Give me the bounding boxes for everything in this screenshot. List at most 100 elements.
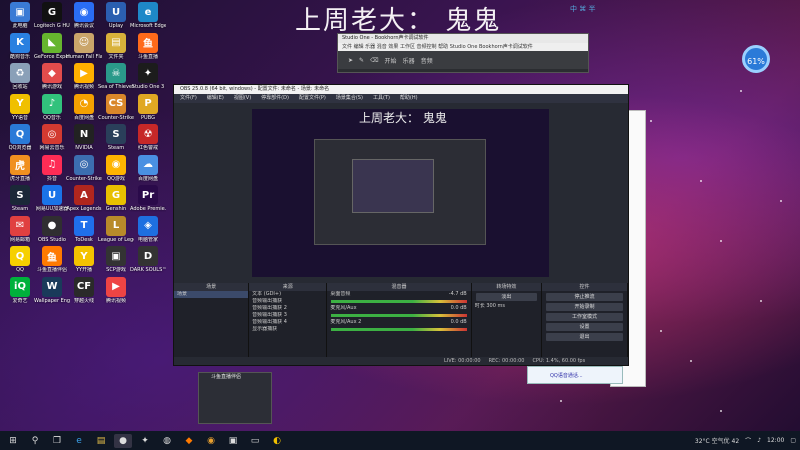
desktop-icon[interactable]: DDARK SOULS™ III [130, 246, 166, 273]
studio-one-menubar[interactable]: 文件 编辑 乐器 混音 效果 工作区 音频控制 帮助 Studio One Bo… [338, 43, 588, 51]
desktop-icon[interactable]: 鱼斗鱼直播 [130, 32, 166, 60]
windows-start-icon[interactable]: ⊞ [4, 434, 22, 448]
desktop-icon[interactable]: ◈ 电脑管家 [130, 215, 166, 243]
obs-titlebar[interactable]: OBS 25.0.8 (64 bit, windows) - 配置文件: 未命名… [174, 85, 628, 94]
eraser-tool-icon[interactable]: ⌫ [370, 57, 378, 64]
desktop-icon[interactable]: ♻ 回收站 [2, 63, 38, 90]
mode-button[interactable]: 乐器 [403, 56, 415, 65]
menu-file[interactable]: 文件(F) [180, 94, 197, 103]
desktop-icon[interactable]: K 酷狗音乐 [2, 32, 38, 60]
steam-icon[interactable]: ◍ [158, 434, 176, 448]
source-item[interactable]: 音频输出捕获 [249, 298, 326, 305]
network-icon[interactable]: ⌒ [745, 436, 751, 445]
menu-tools[interactable]: 工具(T) [373, 94, 390, 103]
desktop-icon[interactable]: Q QQ浏览器 [2, 124, 38, 151]
obs-icon[interactable]: ● [114, 433, 132, 448]
desktop-icon[interactable]: ◣GeForce Experience [34, 32, 70, 60]
desktop-icon[interactable]: 虎虎牙直播 [2, 154, 38, 182]
menu-edit[interactable]: 编辑(E) [207, 94, 224, 103]
desktop-icon[interactable]: Q QQ [2, 246, 38, 273]
source-item[interactable]: 音频输出捕获 2 [249, 305, 326, 312]
desktop-icon[interactable]: ✉ 网易邮箱 [2, 215, 38, 243]
studio-one-window[interactable]: Studio One - Bookhorn声卡调试软件 文件 编辑 乐器 混音 … [337, 33, 589, 73]
desktop-icon[interactable]: ▣ SCP游戏 [98, 246, 134, 273]
desktop-icon[interactable]: ♪ QQ音乐 [34, 93, 70, 121]
desktop-icon[interactable]: N NVIDIA [66, 124, 102, 151]
obs-window[interactable]: OBS 25.0.8 (64 bit, windows) - 配置文件: 未命名… [173, 84, 629, 366]
desktop-icon[interactable]: e Microsoft Edge [130, 2, 166, 29]
desktop-icon[interactable]: ✦ Studio One 3 [130, 63, 166, 90]
desktop-icon[interactable]: ▶ 腾讯视频 [66, 63, 102, 90]
terminal-icon[interactable]: ▭ [246, 434, 264, 448]
media-icon[interactable]: ▣ [224, 434, 242, 448]
settings-button[interactable]: 设置 [545, 323, 623, 331]
desktop-icon[interactable]: U 网易UU加速器 [34, 185, 70, 212]
desktop-icon[interactable]: P PUBG [130, 93, 166, 121]
stop-streaming-button[interactable]: 停止推流 [545, 293, 623, 301]
volume-icon[interactable]: ♪ [757, 437, 761, 444]
chrome-icon[interactable]: ◉ [202, 434, 220, 448]
performance-badge[interactable]: 61% [742, 45, 770, 73]
desktop-icon[interactable]: CF 穿越火线 [66, 276, 102, 304]
studio-one-icon[interactable]: ✦ [136, 434, 154, 448]
desktop-icon[interactable]: S Steam [98, 124, 134, 151]
search-icon[interactable]: ⚲ [26, 434, 44, 448]
obs-preview-canvas[interactable]: 上周老大： 鬼鬼 [252, 109, 549, 277]
desktop-icon[interactable]: ◔ 百度网盘 [66, 93, 102, 121]
desktop-icon[interactable]: ◆ 腾讯游戏 [34, 63, 70, 90]
desktop-icon[interactable]: LLeague of Legends [98, 215, 134, 243]
qq-icon[interactable]: ◐ [268, 434, 286, 448]
desktop-icon[interactable]: ▤ 文件夹 [98, 32, 134, 60]
source-item[interactable]: 文本 (GDI+) [249, 291, 326, 298]
source-item[interactable]: 音频输出捕获 4 [249, 319, 326, 326]
pencil-tool-icon[interactable]: ✎ [359, 57, 364, 64]
desktop-icon[interactable]: iQ 爱奇艺 [2, 276, 38, 304]
desktop-icon[interactable]: CS Counter-Strike [98, 93, 134, 121]
desktop-icon[interactable]: Pr Adobe Premie... [130, 185, 166, 212]
douyu-icon[interactable]: ◆ [180, 434, 198, 448]
source-item[interactable]: 音频输出捕获 3 [249, 312, 326, 319]
explorer-icon[interactable]: ▤ [92, 434, 110, 448]
desktop-icon[interactable]: A Apex Legends [66, 185, 102, 212]
desktop-icon[interactable]: ♫ 抖音 [34, 154, 70, 182]
play-button[interactable]: 开始 [385, 56, 397, 65]
menu-view[interactable]: 视图(V) [234, 94, 251, 103]
ime-indicator[interactable]: 中 ⌘ 半 [570, 4, 614, 16]
desktop-icon[interactable]: ☁ 百度网盘 [130, 154, 166, 182]
desktop-icon[interactable]: ◎ 网易云音乐 [34, 124, 70, 151]
desktop-icon[interactable]: ☺ Human Fall Flat [66, 32, 102, 60]
task-view-icon[interactable]: ❐ [48, 434, 66, 448]
start-recording-button[interactable]: 开始录制 [545, 303, 623, 311]
menu-help[interactable]: 帮助(H) [400, 94, 418, 103]
scene-item[interactable]: 场景 [174, 291, 249, 298]
desktop-icon[interactable]: G Genshin [98, 185, 134, 212]
desktop-icon[interactable]: ● OBS Studio [34, 215, 70, 243]
duration-input[interactable]: 300 ms [486, 303, 505, 309]
desktop-icon[interactable]: ◎Counter-Strike Global Off... [66, 154, 102, 182]
desktop-icon[interactable]: T ToDesk [66, 215, 102, 243]
douyu-mini-window[interactable]: 斗鱼直播伴侣 [198, 372, 272, 424]
menu-docks[interactable]: 停靠部件(D) [261, 94, 289, 103]
exit-button[interactable]: 退出 [545, 333, 623, 341]
edge-icon[interactable]: e [70, 434, 88, 448]
desktop-icon[interactable]: WWallpaper Engine [34, 276, 70, 304]
transition-select[interactable]: 淡出 [475, 293, 537, 301]
studio-mode-button[interactable]: 工作室模式 [545, 313, 623, 321]
desktop-icon[interactable]: Y YY语音 [2, 93, 38, 121]
desktop-icon[interactable]: 鱼斗鱼直播伴侣 [34, 246, 70, 273]
desktop-icon[interactable]: ◉ QQ游戏 [98, 154, 134, 182]
desktop-icon[interactable]: ▶ 腾讯视频 [98, 276, 134, 304]
desktop-icon[interactable]: G Logitech G HUB [34, 2, 70, 29]
desktop-icon[interactable]: ▣ 此电脑 [2, 2, 38, 29]
menu-scene-collection[interactable]: 场景集合(S) [336, 94, 363, 103]
notification-icon[interactable]: ▢ [790, 437, 796, 444]
desktop-icon[interactable]: U Uplay [98, 2, 134, 29]
desktop-icon[interactable]: ☢ 红色警戒 [130, 124, 166, 151]
clock-text[interactable]: 12:00 [767, 437, 784, 444]
weather-text[interactable]: 32°C 空气优 42 [695, 436, 739, 445]
desktop-icon[interactable]: ◉ 腾讯会议 [66, 2, 102, 29]
pointer-tool-icon[interactable]: ➤ [348, 57, 353, 64]
source-item[interactable]: 显示器捕获 [249, 326, 326, 333]
studio-one-titlebar[interactable]: Studio One - Bookhorn声卡调试软件 [338, 34, 588, 43]
qq-call-popup[interactable]: QQ语音通话... [527, 366, 623, 384]
